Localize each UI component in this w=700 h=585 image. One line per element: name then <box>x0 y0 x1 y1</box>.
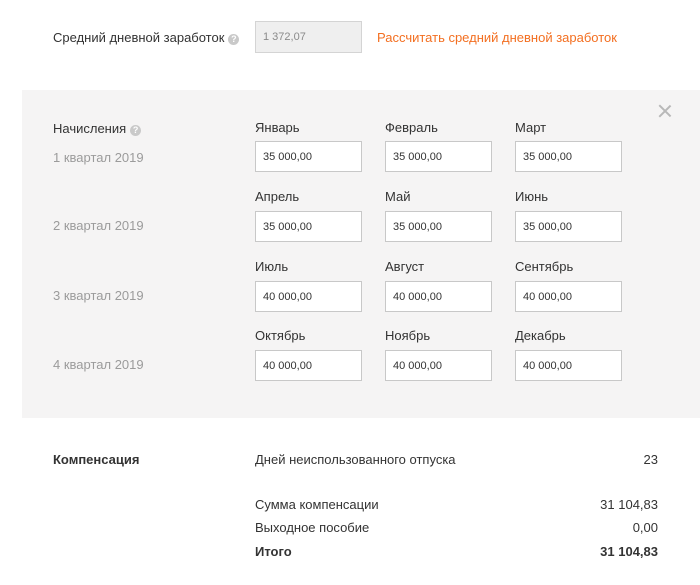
month-input-september[interactable] <box>515 281 622 312</box>
compensation-sum-value: 31 104,83 <box>600 497 658 512</box>
severance-pay-value: 0,00 <box>632 520 658 535</box>
question-icon[interactable]: ? <box>130 125 142 136</box>
severance-pay-label: Выходное пособие <box>255 520 370 535</box>
unused-vacation-days-label: Дней неиспользованного отпуска <box>255 452 456 467</box>
month-label-october: Октябрь <box>255 328 306 343</box>
average-earnings-field <box>255 21 362 53</box>
month-label-may: Май <box>385 189 411 204</box>
month-input-october[interactable] <box>255 350 362 381</box>
month-label-december: Декабрь <box>515 328 566 343</box>
average-earnings-label: Средний дневной заработок? <box>53 30 240 45</box>
quarter-label-2: 2 квартал 2019 <box>53 218 144 233</box>
month-label-june: Июнь <box>515 189 549 204</box>
quarter-label-3: 3 квартал 2019 <box>53 288 144 303</box>
calculate-average-link[interactable]: Рассчитать средний дневной заработок <box>377 30 617 45</box>
unused-vacation-days-value: 23 <box>643 452 658 467</box>
month-label-february: Февраль <box>385 120 438 135</box>
total-label: Итого <box>255 544 292 559</box>
month-label-april: Апрель <box>255 189 300 204</box>
month-input-january[interactable] <box>255 141 362 172</box>
accruals-title-text: Начисления <box>53 121 127 136</box>
month-input-march[interactable] <box>515 141 622 172</box>
month-input-april[interactable] <box>255 211 362 242</box>
quarter-label-1: 1 квартал 2019 <box>53 150 144 165</box>
month-input-may[interactable] <box>385 211 492 242</box>
month-input-february[interactable] <box>385 141 492 172</box>
average-earnings-label-text: Средний дневной заработок <box>53 30 225 45</box>
month-label-august: Август <box>385 259 425 274</box>
month-input-november[interactable] <box>385 350 492 381</box>
question-icon[interactable]: ? <box>228 34 240 45</box>
compensation-title: Компенсация <box>53 452 140 467</box>
compensation-sum-label: Сумма компенсации <box>255 497 379 512</box>
quarter-label-4: 4 квартал 2019 <box>53 357 144 372</box>
month-label-november: Ноябрь <box>385 328 431 343</box>
accruals-title: Начисления? <box>53 121 142 136</box>
month-input-july[interactable] <box>255 281 362 312</box>
average-earnings-row: Средний дневной заработок? Рассчитать ср… <box>0 0 700 75</box>
month-label-january: Январь <box>255 120 300 135</box>
month-input-june[interactable] <box>515 211 622 242</box>
month-input-august[interactable] <box>385 281 492 312</box>
month-label-september: Сентябрь <box>515 259 574 274</box>
month-label-july: Июль <box>255 259 289 274</box>
month-input-december[interactable] <box>515 350 622 381</box>
total-value: 31 104,83 <box>600 544 658 559</box>
close-icon[interactable] <box>658 104 672 118</box>
month-label-march: Март <box>515 120 547 135</box>
